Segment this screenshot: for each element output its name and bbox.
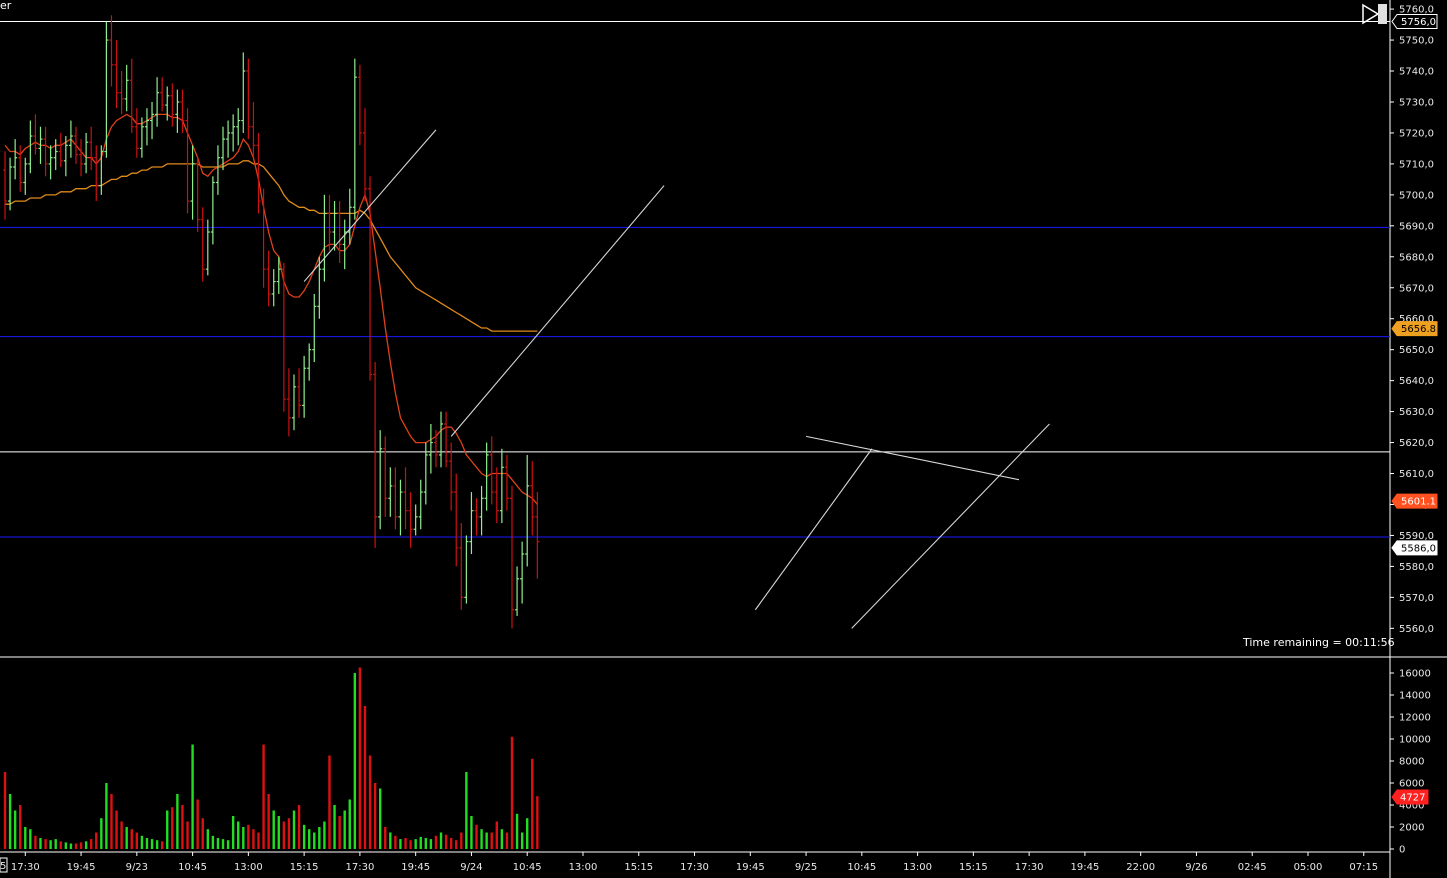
time-tick-label: 19:45 <box>1070 862 1099 873</box>
volume-tick-label: 8000 <box>1399 757 1424 768</box>
price-tick-label: 5590,0 <box>1399 531 1434 542</box>
time-remaining-label: Time remaining = 00:11:56 <box>1242 636 1395 649</box>
time-tick-label: 17:30 <box>11 862 40 873</box>
time-tick-label: 17:30 <box>680 862 709 873</box>
price-tick-label: 5580,0 <box>1399 562 1434 573</box>
pause-button[interactable] <box>1378 4 1387 24</box>
time-tick-label: 22:00 <box>1126 862 1155 873</box>
time-tick-label: 9/23 <box>126 862 148 873</box>
time-tick-label: 19:45 <box>67 862 96 873</box>
price-tick-label: 5570,0 <box>1399 593 1434 604</box>
time-tick-label: 05:00 <box>1294 862 1323 873</box>
time-tick-label: 10:45 <box>513 862 542 873</box>
price-tick-label: 5670,0 <box>1399 283 1434 294</box>
time-tick-label: 19:45 <box>736 862 765 873</box>
time-tick-label: 07:15 <box>1349 862 1378 873</box>
price-tick-label: 5750,0 <box>1399 36 1434 47</box>
price-tick-label: 5760,0 <box>1399 5 1434 16</box>
volume-tick-label: 14000 <box>1399 691 1431 702</box>
value-tag: 5656.8 <box>1391 321 1438 337</box>
time-tick-label: 9/24 <box>460 862 482 873</box>
time-tick-label: 13:00 <box>234 862 263 873</box>
chart-background <box>0 0 1447 878</box>
volume-value-tag: 4727 <box>1391 789 1429 805</box>
price-tick-label: 5640,0 <box>1399 376 1434 387</box>
corner-fragment: 5 <box>0 861 6 872</box>
time-tick-label: 15:15 <box>290 862 319 873</box>
price-tick-label: 5620,0 <box>1399 438 1434 449</box>
price-tick-label: 5700,0 <box>1399 190 1434 201</box>
price-tick-label: 5730,0 <box>1399 97 1434 108</box>
time-tick-label: 02:45 <box>1238 862 1267 873</box>
price-tick-label: 5680,0 <box>1399 252 1434 263</box>
volume-tick-label: 0 <box>1399 845 1405 856</box>
value-tag-label: 5586,0 <box>1401 543 1436 554</box>
price-tick-label: 5710,0 <box>1399 159 1434 170</box>
price-tick-label: 5610,0 <box>1399 469 1434 480</box>
time-tick-label: 9/25 <box>795 862 817 873</box>
price-tick-label: 5650,0 <box>1399 345 1434 356</box>
trading-chart[interactable]: 5760,0 5750,0 5740,0 5730,0 5720,0 5710,0 5700… <box>0 0 1447 878</box>
price-tick-label: 5560,0 <box>1399 624 1434 635</box>
time-tick-label: 15:15 <box>624 862 653 873</box>
value-tag-label: 5756,0 <box>1401 17 1436 28</box>
window-title-fragment: er <box>0 0 12 12</box>
price-tick-label: 5740,0 <box>1399 67 1434 78</box>
price-tick-label: 5630,0 <box>1399 407 1434 418</box>
time-tick-label: 13:00 <box>569 862 598 873</box>
value-tag-label: 5601.1 <box>1401 497 1436 508</box>
value-tag-label: 5656.8 <box>1401 324 1436 335</box>
volume-tick-label: 2000 <box>1399 823 1424 834</box>
time-tick-label: 9/26 <box>1185 862 1207 873</box>
value-tag: 5756,0 <box>1391 13 1438 29</box>
time-tick-label: 17:30 <box>345 862 374 873</box>
time-tick-label: 17:30 <box>1015 862 1044 873</box>
volume-tick-label: 16000 <box>1399 669 1431 680</box>
time-tick-label: 15:15 <box>959 862 988 873</box>
price-tick-label: 5690,0 <box>1399 221 1434 232</box>
time-tick-label: 10:45 <box>178 862 207 873</box>
time-tick-label: 19:45 <box>401 862 430 873</box>
time-tick-label: 13:00 <box>903 862 932 873</box>
price-tick-label: 5720,0 <box>1399 128 1434 139</box>
volume-tick-label: 6000 <box>1399 779 1424 790</box>
pause-icon <box>1378 4 1387 24</box>
volume-tick-label: 10000 <box>1399 735 1431 746</box>
volume-value-tag-label: 4727 <box>1400 793 1425 804</box>
time-tick-label: 10:45 <box>847 862 876 873</box>
value-tag: 5601.1 <box>1391 493 1438 509</box>
value-tag: 5586,0 <box>1391 540 1438 556</box>
volume-tick-label: 12000 <box>1399 713 1431 724</box>
